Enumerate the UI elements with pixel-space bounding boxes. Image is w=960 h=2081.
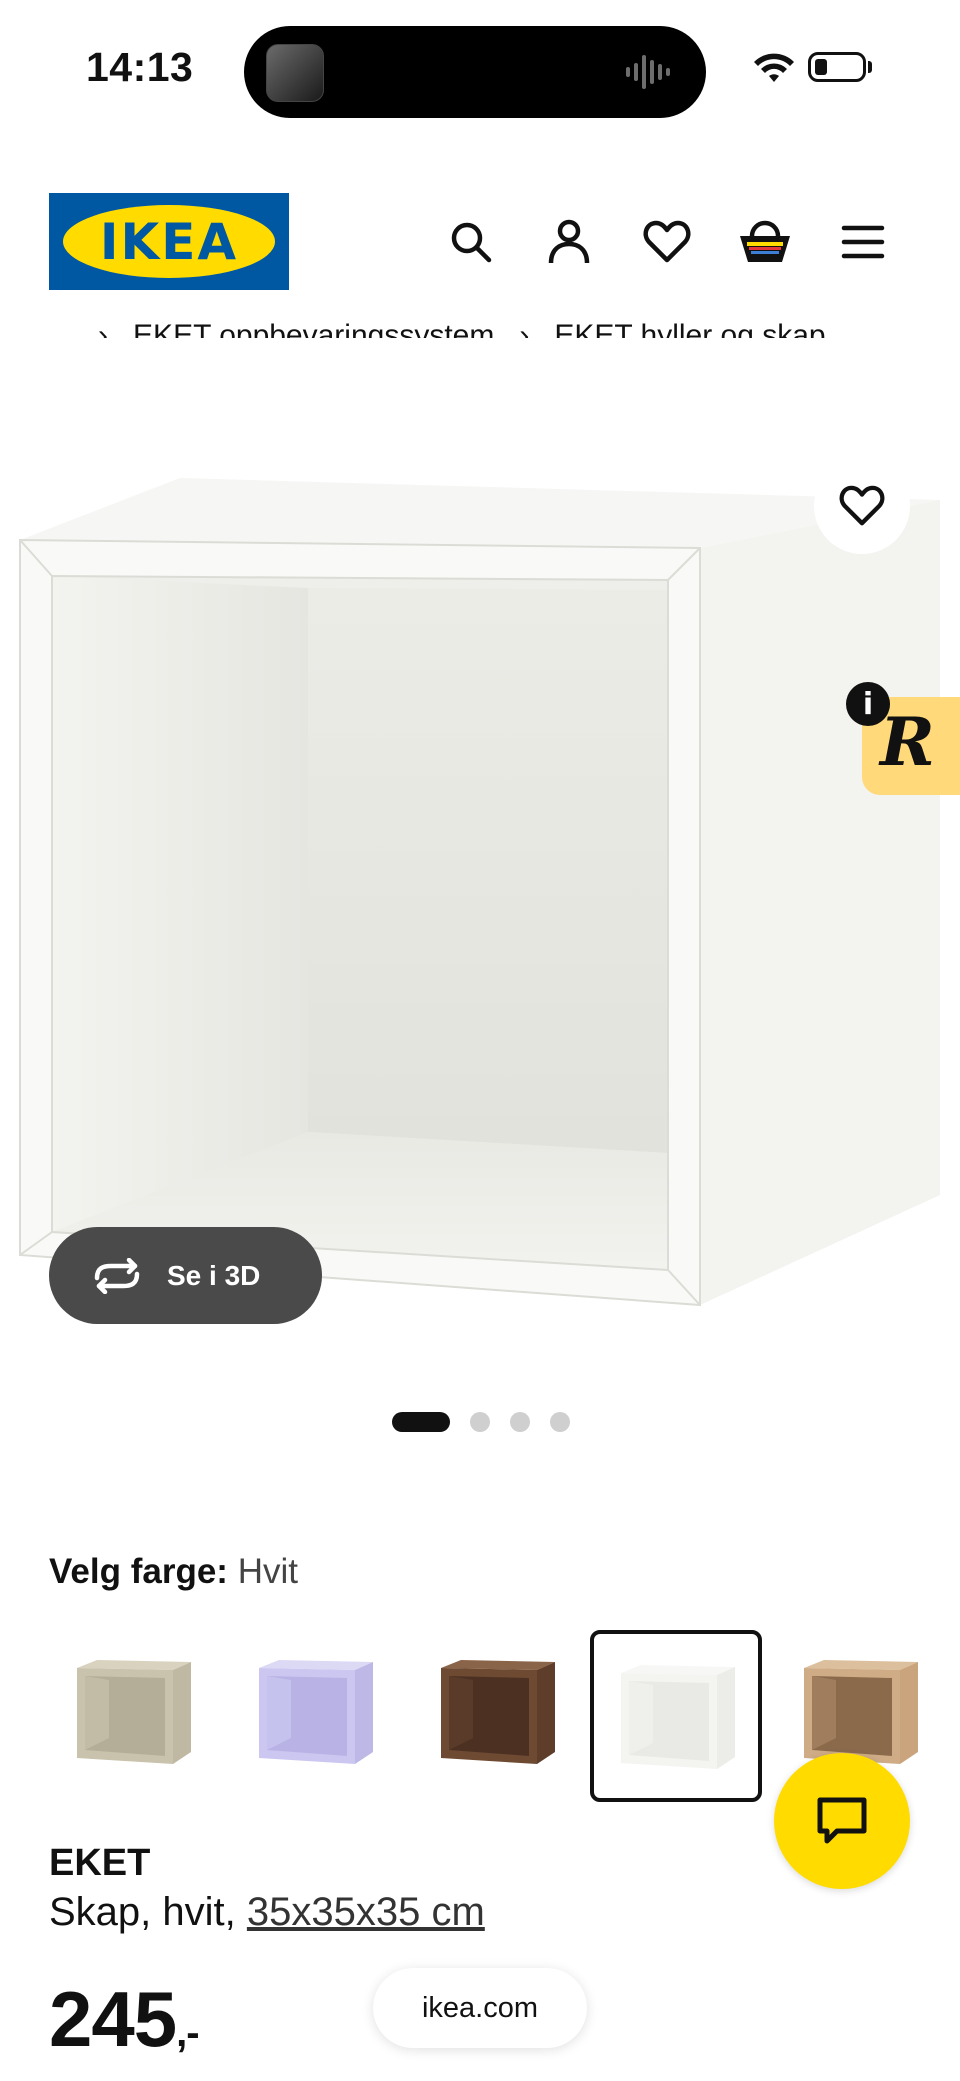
wifi-icon: [754, 53, 794, 82]
breadcrumb-item[interactable]: ...: [48, 319, 73, 338]
swatch-lilac[interactable]: [239, 1636, 389, 1786]
battery-icon: [808, 52, 866, 82]
dynamic-island[interactable]: [244, 26, 706, 118]
breadcrumb: ... › EKET oppbevaringssystem › EKET hyl…: [48, 316, 826, 338]
pagination-dot[interactable]: [550, 1412, 570, 1432]
logo-text: IKEA: [99, 212, 239, 271]
chat-bubble-icon: [817, 1797, 867, 1844]
pagination-dot-active[interactable]: [392, 1412, 450, 1432]
menu-icon[interactable]: [835, 214, 891, 270]
account-icon[interactable]: [541, 214, 597, 270]
cube-thumbnail: [621, 1665, 735, 1769]
product-description: Skap, hvit, 35x35x35 cm: [49, 1890, 485, 1935]
audio-wave-icon: [626, 55, 670, 89]
swatch-walnut[interactable]: [421, 1636, 571, 1786]
rotate-icon: [94, 1257, 140, 1294]
breadcrumb-item[interactable]: EKET oppbevaringssystem: [133, 319, 494, 338]
pagination-dot[interactable]: [470, 1412, 490, 1432]
color-picker-label: Velg farge: Hvit: [49, 1552, 298, 1592]
chevron-right-icon: ›: [519, 319, 530, 338]
price-suffix: ,-: [176, 2011, 199, 2055]
cube-thumbnail: [77, 1660, 191, 1764]
album-art-icon: [266, 44, 324, 102]
heart-icon: [839, 485, 885, 526]
product-size-link[interactable]: 35x35x35 cm: [247, 1890, 485, 1934]
color-label-prefix: Velg farge:: [49, 1552, 228, 1591]
swatch-white-selected[interactable]: [590, 1630, 762, 1802]
swatch-beige[interactable]: [57, 1636, 207, 1786]
heart-icon[interactable]: [639, 214, 695, 270]
view-3d-button[interactable]: Se i 3D: [49, 1227, 322, 1324]
search-icon[interactable]: [443, 214, 499, 270]
chat-button[interactable]: [774, 1753, 910, 1889]
price-value: 245: [49, 1975, 177, 2063]
pagination-dot[interactable]: [510, 1412, 530, 1432]
cube-thumbnail: [259, 1660, 373, 1764]
image-pagination: [392, 1412, 570, 1432]
chevron-right-icon: ›: [98, 319, 109, 338]
view-3d-label: Se i 3D: [167, 1259, 261, 1291]
product-name: EKET: [49, 1842, 151, 1884]
cube-thumbnail: [441, 1660, 555, 1764]
product-type: Skap, hvit,: [49, 1890, 236, 1934]
favorite-button[interactable]: [814, 458, 910, 554]
product-price: 245,-: [49, 1974, 200, 2065]
ikea-logo[interactable]: IKEA: [49, 193, 289, 290]
status-time: 14:13: [86, 44, 194, 90]
info-icon[interactable]: i: [846, 682, 890, 726]
selected-color-value: Hvit: [237, 1552, 298, 1591]
cart-icon[interactable]: [737, 214, 793, 270]
browser-url-bar[interactable]: ikea.com: [373, 1968, 587, 2048]
r-logo-icon: R: [880, 703, 935, 781]
breadcrumb-item[interactable]: EKET hyller og skap: [554, 319, 825, 338]
